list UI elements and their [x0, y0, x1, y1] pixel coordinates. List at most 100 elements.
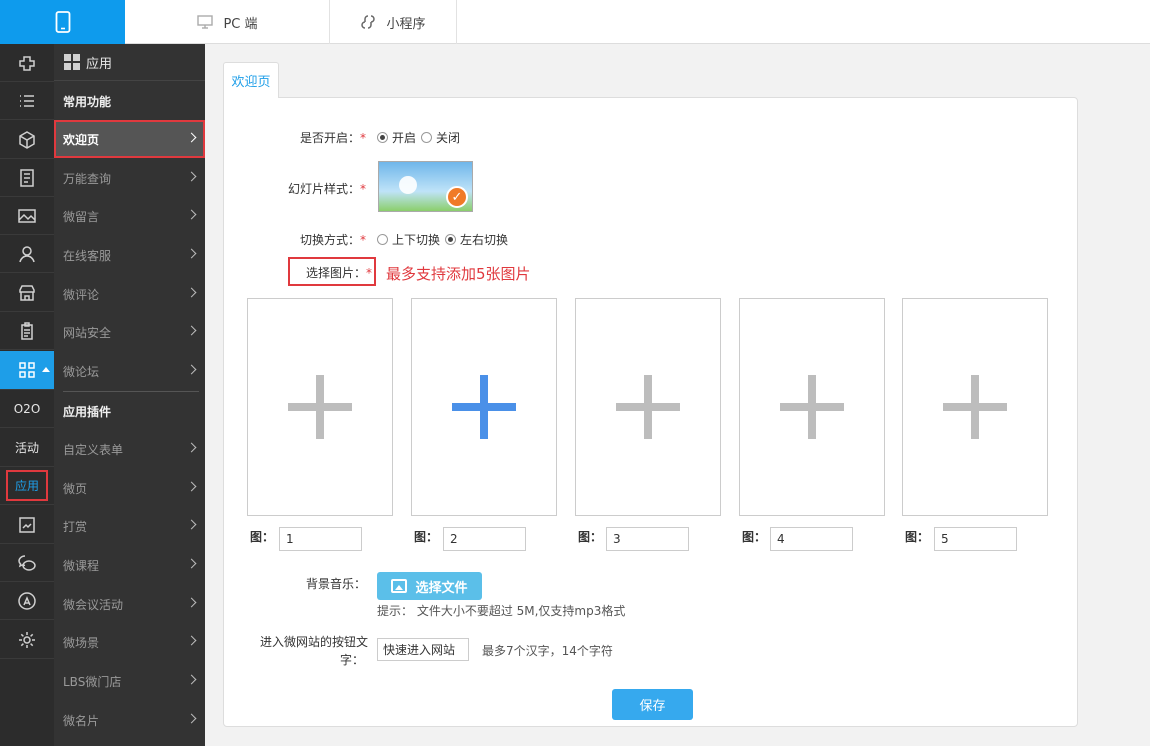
rail-plugin[interactable] [0, 44, 54, 82]
menu-item-label: LBS微门店 [63, 674, 122, 689]
menu-item-card[interactable]: 微名片 [54, 701, 205, 739]
menu-item-message[interactable]: 微留言 [54, 197, 205, 235]
chevron-right-icon [186, 132, 197, 143]
check-badge-icon: ✓ [446, 186, 468, 208]
plus-icon-vertical [808, 375, 816, 439]
image-slot-5[interactable] [902, 298, 1048, 516]
rail-user[interactable] [0, 235, 54, 273]
menu-item-label: 微论坛 [63, 364, 100, 379]
radio-unchecked-icon [377, 234, 388, 245]
menu-item-form[interactable]: 自定义表单 [54, 430, 205, 468]
rail-apps[interactable] [0, 351, 54, 390]
rail-photo[interactable] [0, 506, 54, 544]
enable-on-radio[interactable]: 开启 [377, 129, 416, 146]
menu-item-forum[interactable]: 微论坛 [54, 352, 205, 390]
chevron-right-icon [186, 287, 197, 298]
image-order-input-1[interactable]: 1 [279, 527, 362, 551]
switch-mode-label-text: 切换方式： [299, 233, 360, 247]
menu-item-reward[interactable]: 打赏 [54, 507, 205, 545]
switch-horizontal-radio[interactable]: 左右切换 [445, 231, 508, 248]
rail-document[interactable] [0, 159, 54, 197]
enable-on-label: 开启 [392, 131, 417, 145]
required-mark: * [360, 233, 366, 247]
tab-pc[interactable]: PC 端 [126, 0, 330, 44]
menu-item-welcome[interactable]: 欢迎页 [54, 120, 205, 158]
enter-button-label: 进入微网站的按钮文 字： [250, 633, 368, 669]
rail-activity[interactable]: 活动 [0, 429, 54, 467]
chevron-right-icon [186, 209, 197, 220]
rail-o2o[interactable]: O2O [0, 390, 54, 428]
plus-icon-vertical [316, 375, 324, 439]
enter-button-label-line1: 进入微网站的按钮文 [259, 635, 368, 649]
chevron-right-icon [186, 674, 197, 685]
switch-vertical-label: 上下切换 [392, 233, 441, 247]
tab-miniprogram[interactable]: 小程序 [330, 0, 457, 44]
image-order-input-5[interactable]: 5 [934, 527, 1017, 551]
menu-item-label: 微评论 [63, 287, 100, 302]
image-slot-2[interactable] [411, 298, 557, 516]
select-images-hint: 最多支持添加5张图片 [386, 265, 531, 283]
plus-icon-vertical [480, 375, 488, 439]
slide-style-thumbnail[interactable]: ✓ [378, 161, 473, 212]
menu-header-label: 应用 [86, 56, 113, 72]
save-button[interactable]: 保存 [612, 689, 693, 720]
app-menu: 应用 常用功能 欢迎页 万能查询 微留言 在线客服 微评论 网站安全 微论坛 应… [54, 44, 205, 746]
image-slot-1[interactable] [247, 298, 393, 516]
menu-item-meeting[interactable]: 微会议活动 [54, 585, 205, 623]
menu-section-common: 常用功能 [63, 94, 112, 109]
menu-item-label: 打赏 [63, 519, 88, 534]
apps-grid-icon [19, 362, 35, 378]
choose-file-button[interactable]: 选择文件 [377, 572, 482, 600]
radio-checked-icon [377, 132, 388, 143]
rail-clipboard[interactable] [0, 312, 54, 350]
list-icon [20, 94, 34, 107]
caret-up-icon [42, 367, 50, 372]
monitor-icon [197, 15, 214, 29]
chevron-right-icon [186, 519, 197, 530]
enter-button-text-input[interactable]: 快速进入网站 [377, 638, 469, 661]
wechat-icon [18, 554, 36, 571]
menu-item-service[interactable]: 在线客服 [54, 236, 205, 274]
image-order-input-4[interactable]: 4 [770, 527, 853, 551]
menu-item-lbs-store[interactable]: LBS微门店 [54, 662, 205, 700]
menu-item-query[interactable]: 万能查询 [54, 159, 205, 197]
select-images-label-text: 选择图片： [305, 266, 366, 280]
slide-style-label: 幻灯片样式：* [256, 180, 366, 197]
image-slot-3[interactable] [575, 298, 721, 516]
menu-item-security[interactable]: 网站安全 [54, 313, 205, 351]
rail-settings[interactable] [0, 621, 54, 659]
rail-appstore[interactable] [0, 582, 54, 620]
tab-welcome-page[interactable]: 欢迎页 [223, 62, 279, 98]
photo-frame-icon [19, 516, 35, 533]
menu-item-label: 微页 [63, 481, 88, 496]
rail-wechat[interactable] [0, 544, 54, 582]
tab-mobile[interactable] [0, 0, 125, 44]
clipboard-icon [21, 321, 33, 340]
image-order-input-2[interactable]: 2 [443, 527, 526, 551]
chevron-right-icon [186, 442, 197, 453]
gear-icon [19, 631, 35, 648]
menu-item-comment[interactable]: 微评论 [54, 275, 205, 313]
enable-off-radio[interactable]: 关闭 [421, 129, 460, 146]
rail-image[interactable] [0, 197, 54, 235]
image-slot-4[interactable] [739, 298, 885, 516]
menu-item-label: 微课程 [63, 558, 100, 573]
tab-pc-label: PC 端 [223, 16, 258, 32]
image-order-input-3[interactable]: 3 [606, 527, 689, 551]
menu-item-scene[interactable]: 微场景 [54, 623, 205, 661]
rail-store[interactable] [0, 274, 54, 312]
menu-header: 应用 [54, 44, 205, 81]
switch-vertical-radio[interactable]: 上下切换 [377, 231, 440, 248]
rail-list[interactable] [0, 82, 54, 120]
chevron-right-icon [186, 481, 197, 492]
menu-item-course[interactable]: 微课程 [54, 546, 205, 584]
image-caption-3: 图： [578, 530, 603, 544]
switch-mode-label: 切换方式：* [256, 231, 366, 248]
plugin-icon [19, 55, 35, 71]
rail-box[interactable] [0, 121, 54, 159]
miniprogram-icon [360, 14, 376, 30]
enable-label-text: 是否开启： [299, 131, 360, 145]
rail-app[interactable]: 应用 [0, 467, 54, 505]
upload-image-icon [391, 579, 408, 593]
menu-item-micropage[interactable]: 微页 [54, 469, 205, 507]
